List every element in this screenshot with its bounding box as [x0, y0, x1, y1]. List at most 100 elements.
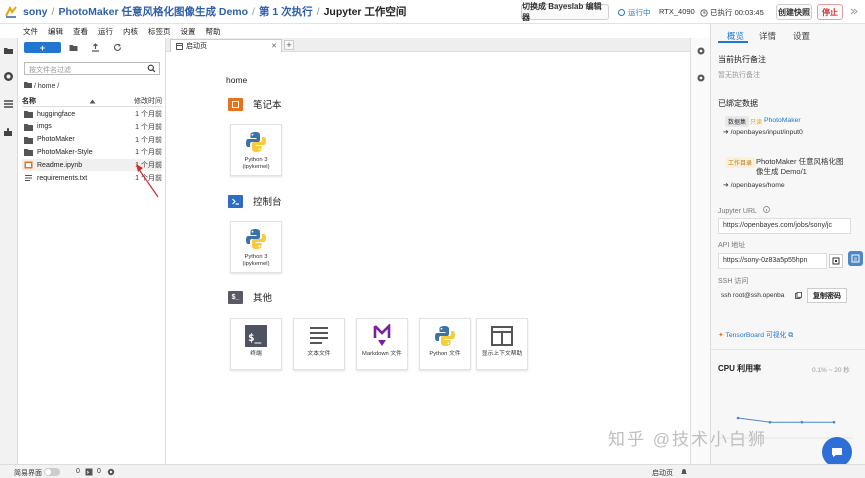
file-modified: 1 个月前 — [135, 123, 162, 131]
bound-data-title: 已绑定数据 — [718, 99, 758, 108]
stop-button[interactable]: 停止 — [817, 4, 843, 20]
column-name[interactable]: 名称 — [22, 96, 89, 106]
python-logo-icon — [246, 229, 266, 249]
menu-kernel[interactable]: 内核 — [123, 26, 138, 37]
text-file-icon — [25, 175, 32, 181]
python-file-card-label: Python 文件 — [429, 351, 461, 357]
menu-run[interactable]: 运行 — [98, 26, 113, 37]
new-folder-icon[interactable] — [69, 43, 78, 52]
menu-help[interactable]: 帮助 — [206, 26, 221, 37]
menu-edit[interactable]: 编辑 — [48, 26, 63, 37]
notification-bell-icon[interactable] — [680, 468, 688, 476]
terminal-card[interactable]: $_ 终端 — [230, 318, 282, 370]
terminal-card-label: 终端 — [250, 351, 262, 357]
breadcrumb-run[interactable]: 第 1 次执行 — [259, 4, 313, 19]
text-file-icon — [310, 327, 328, 344]
menu-settings[interactable]: 设置 — [181, 26, 196, 37]
file-row[interactable]: requirements.txt 1 个月前 — [22, 172, 162, 184]
breadcrumb-project[interactable]: PhotoMaker 任意风格化图像生成 Demo — [58, 4, 248, 19]
sort-caret-icon[interactable] — [89, 99, 96, 104]
path-folder-icon[interactable] — [24, 81, 32, 88]
running-kernels-icon[interactable] — [3, 71, 14, 82]
other-section-icon: $_ — [228, 290, 243, 304]
folder-icon[interactable] — [3, 45, 14, 56]
divider — [711, 349, 865, 350]
kernel-status-gear-icon[interactable] — [107, 468, 115, 476]
notebook-icon — [24, 161, 33, 169]
copy-password-button[interactable]: 复制密码 — [807, 288, 847, 303]
markdown-file-card[interactable]: Markdown 文件 — [356, 318, 408, 370]
contextual-help-card[interactable]: 显示上下文帮助 — [476, 318, 528, 370]
new-launcher-button[interactable]: + — [24, 42, 61, 53]
tab-settings[interactable]: 设置 — [793, 30, 810, 42]
terminal-icon: $_ — [245, 325, 267, 347]
app-logo-icon — [5, 5, 17, 18]
feedback-bubble-icon[interactable] — [848, 251, 863, 266]
file-filter-input[interactable]: 按文件名过滤 — [24, 62, 160, 75]
workdir-name: PhotoMaker 任意风格化图像生成 Demo/1 — [756, 157, 844, 176]
status-launcher-label: 启动页 — [652, 470, 673, 477]
menu-view[interactable]: 查看 — [73, 26, 88, 37]
terminal-status-icon[interactable] — [85, 468, 93, 476]
top-bar: sony / PhotoMaker 任意风格化图像生成 Demo / 第 1 次… — [0, 0, 865, 24]
dataset-name[interactable]: PhotoMaker — [764, 117, 801, 124]
console-section-header: 控制台 — [228, 194, 282, 208]
contextual-help-card-label: 显示上下文帮助 — [481, 351, 523, 357]
external-link-icon: ⧉ — [788, 332, 794, 339]
refresh-icon[interactable] — [113, 43, 122, 52]
activity-bar — [0, 38, 18, 464]
switch-editor-button[interactable]: 切换成 Bayeslab 编辑器 — [521, 2, 609, 22]
extensions-puzzle-icon[interactable] — [3, 127, 14, 138]
add-tab-button[interactable]: + — [284, 40, 294, 50]
file-row[interactable]: imgs 1 个月前 — [22, 121, 162, 133]
file-name: imgs — [37, 123, 52, 131]
column-modified[interactable]: 修改时间 — [134, 96, 162, 106]
folder-icon — [24, 111, 33, 118]
settings-gear-icon[interactable] — [696, 73, 706, 83]
file-row[interactable]: PhotoMaker 1 个月前 — [22, 134, 162, 146]
upload-icon[interactable] — [91, 43, 100, 52]
jupyter-url-label-text: Jupyter URL — [718, 208, 757, 215]
console-section-title: 控制台 — [253, 197, 282, 208]
file-name: huggingface — [37, 110, 76, 118]
tensorboard-link[interactable]: ✦ TensorBoard 可视化 ⧉ — [718, 329, 793, 340]
file-row[interactable]: Readme.ipynb 1 个月前 — [22, 159, 162, 172]
chat-support-icon[interactable] — [822, 437, 852, 467]
menu-file[interactable]: 文件 — [23, 26, 38, 37]
python-logo-icon — [435, 326, 455, 346]
table-of-contents-icon[interactable] — [3, 99, 14, 110]
jupyter-url-label: Jupyter URL — [718, 206, 770, 215]
notebook-python3-card[interactable]: Python 3 (ipykernel) — [230, 124, 282, 176]
cpu-point — [736, 416, 740, 420]
launcher-tab-icon — [176, 42, 183, 50]
tab-bar: 启动页 ✕ + — [166, 38, 690, 52]
python-file-card[interactable]: Python 文件 — [419, 318, 471, 370]
gear-icon[interactable] — [696, 46, 706, 56]
copy-api-button[interactable] — [829, 254, 843, 268]
jupyter-url-field[interactable]: https://openbayes.com/jobs/sony/jc — [718, 218, 851, 234]
collapse-chevron-icon[interactable] — [849, 7, 858, 16]
running-dot-icon — [618, 9, 625, 16]
ssh-command: ssh root@ssh.openba — [721, 292, 785, 299]
simple-mode-toggle[interactable] — [44, 468, 60, 476]
markdown-icon — [373, 324, 391, 346]
breadcrumb-separator: / — [316, 5, 320, 18]
menu-tabs[interactable]: 标签页 — [148, 26, 171, 37]
breadcrumb-separator: / — [51, 5, 55, 18]
path-label[interactable]: / home / — [34, 83, 59, 90]
elapsed-label: 已执行 00:03:45 — [710, 8, 764, 17]
console-python3-card[interactable]: Python 3 (ipykernel) — [230, 221, 282, 273]
tab-launcher[interactable]: 启动页 ✕ — [170, 39, 282, 52]
copy-ssh-icon[interactable] — [795, 292, 802, 299]
api-url-field[interactable]: https://sony-0z83a5p55hpn — [718, 253, 827, 269]
file-row[interactable]: PhotoMaker-Style 1 个月前 — [22, 146, 162, 158]
text-file-card[interactable]: 文本文件 — [293, 318, 345, 370]
info-icon[interactable] — [762, 206, 770, 213]
file-row[interactable]: huggingface 1 个月前 — [22, 108, 162, 120]
other-section-header: $_ 其他 — [228, 290, 272, 304]
create-snapshot-button[interactable]: 创建快照 — [776, 4, 812, 20]
breadcrumb-user[interactable]: sony — [23, 6, 48, 18]
tab-details[interactable]: 详情 — [759, 30, 776, 42]
close-tab-icon[interactable]: ✕ — [271, 42, 277, 50]
active-tab-underline — [718, 41, 748, 43]
